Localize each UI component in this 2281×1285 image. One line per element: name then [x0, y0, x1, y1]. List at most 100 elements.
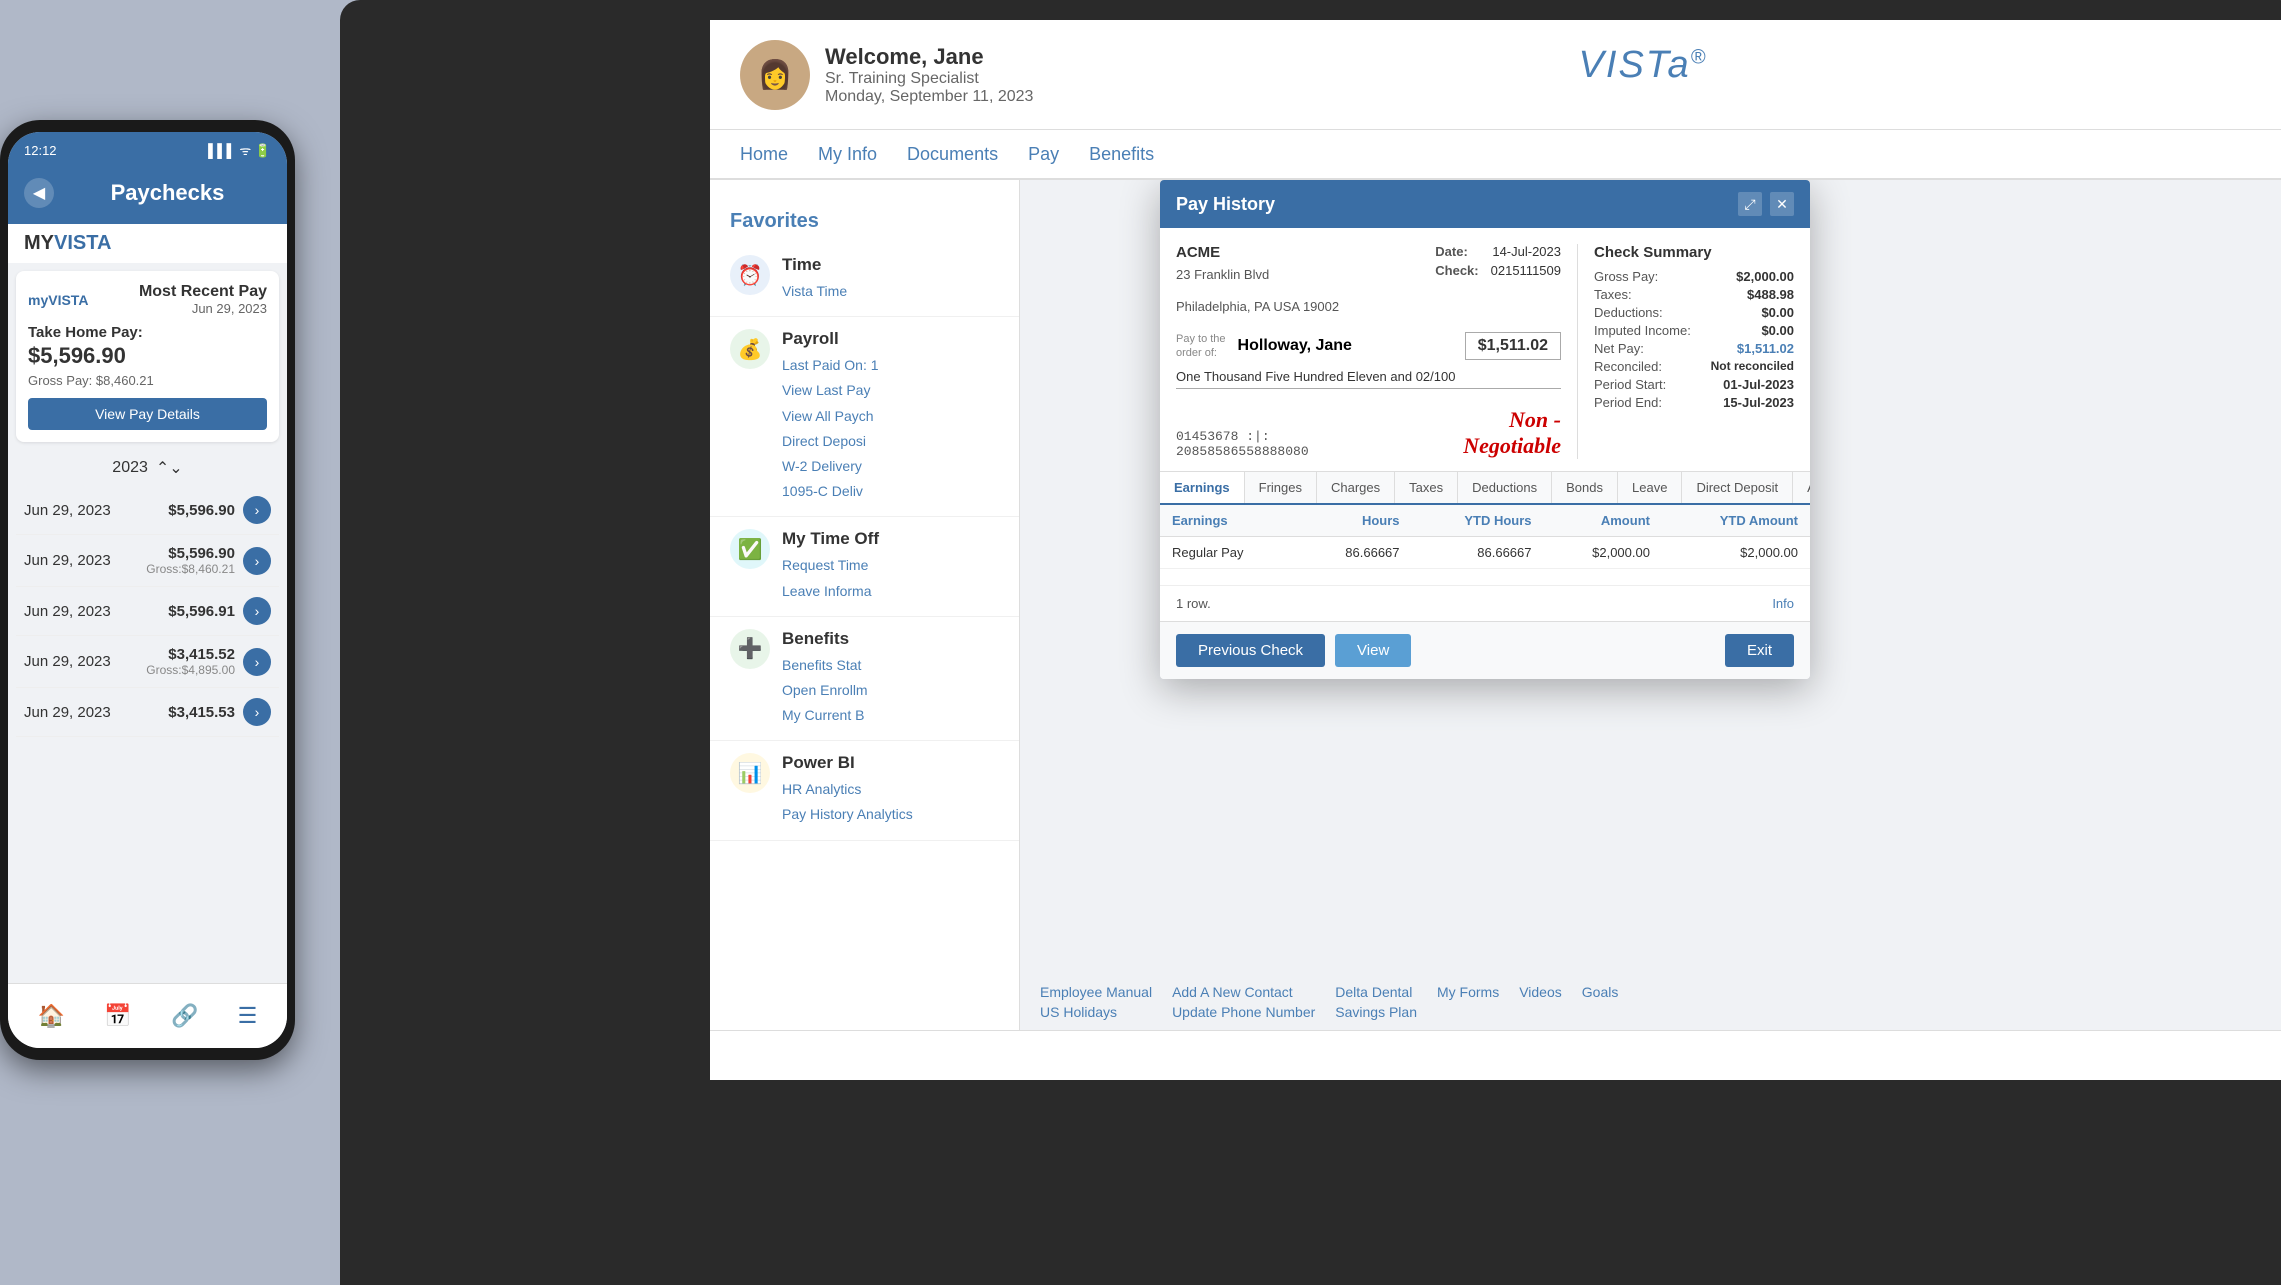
nav-benefits[interactable]: Benefits: [1089, 139, 1154, 170]
modal-restore-button[interactable]: ⤢: [1738, 192, 1762, 216]
sidebar-item-powerbi[interactable]: 📊 Power BI HR Analytics Pay History Anal…: [710, 741, 1019, 840]
hr-analytics-link[interactable]: HR Analytics: [782, 777, 913, 802]
check-row: Check: 0215111509: [1435, 263, 1561, 278]
phone-pay-date-3: Jun 29, 2023: [24, 603, 111, 620]
phone-pay-arrow-5[interactable]: ›: [243, 698, 271, 726]
timeoff-icon: ✅: [730, 529, 770, 569]
phone-pay-card: myVISTA Most Recent Pay Jun 29, 2023 Tak…: [16, 271, 279, 442]
phone-pay-arrow-3[interactable]: ›: [243, 597, 271, 625]
company-address-line2: Philadelphia, PA USA 19002: [1176, 297, 1339, 317]
benefits-statement-link[interactable]: Benefits Stat: [782, 653, 868, 678]
phone-year-selector[interactable]: 2023 ⌃⌄: [8, 450, 287, 486]
last-paid-link[interactable]: Last Paid On: 1: [782, 353, 879, 378]
videos-link[interactable]: Videos: [1519, 984, 1562, 1000]
tab-direct-deposit[interactable]: Direct Deposit: [1682, 472, 1793, 503]
pay-history-analytics-link[interactable]: Pay History Analytics: [782, 802, 913, 827]
modal-close-button[interactable]: ✕: [1770, 192, 1794, 216]
sidebar-timeoff-content: My Time Off Request Time Leave Informa: [782, 529, 879, 603]
phone-back-button[interactable]: ◀: [24, 178, 54, 208]
phone-pay-item[interactable]: Jun 29, 2023 $5,596.90 ›: [16, 486, 279, 535]
phone-pay-item[interactable]: Jun 29, 2023 $3,415.53 ›: [16, 688, 279, 737]
nav-home[interactable]: Home: [740, 139, 788, 170]
current-benefits-link[interactable]: My Current B: [782, 703, 868, 728]
net-pay-value: $1,511.02: [1737, 341, 1794, 356]
us-holidays-link[interactable]: US Holidays: [1040, 1004, 1152, 1020]
phone-menu-icon: ☰: [238, 1003, 258, 1029]
laptop-screen: 👩 Welcome, Jane Sr. Training Specialist …: [710, 20, 2281, 1080]
phone-pay-right-1: $5,596.90 ›: [168, 496, 271, 524]
tab-deductions[interactable]: Deductions: [1458, 472, 1552, 503]
sidebar-item-timeoff[interactable]: ✅ My Time Off Request Time Leave Informa: [710, 517, 1019, 616]
gross-pay-label: Gross Pay:: [1594, 269, 1658, 284]
w2-link[interactable]: W-2 Delivery: [782, 454, 879, 479]
phone-view-pay-details-button[interactable]: View Pay Details: [28, 398, 267, 430]
phone-card-logo: myVISTA: [28, 292, 88, 308]
view-last-pay-link[interactable]: View Last Pay: [782, 378, 879, 403]
exit-button[interactable]: Exit: [1725, 634, 1794, 667]
sidebar-item-payroll[interactable]: 💰 Payroll Last Paid On: 1 View Last Pay …: [710, 317, 1019, 517]
check-info: ACME 23 Franklin Blvd Philadelphia, PA U…: [1176, 244, 1561, 459]
main-content: Favorites ⏰ Time Vista Time 💰 Payroll: [710, 180, 2281, 1080]
phone-nav-calendar[interactable]: 📅: [104, 1003, 131, 1029]
tab-bonds[interactable]: Bonds: [1552, 472, 1618, 503]
view-all-paychecks-link[interactable]: View All Paych: [782, 404, 879, 429]
col-amount: Amount: [1544, 505, 1662, 537]
phone-screen: 12:12 ▌▌▌ ᯤ 🔋 ◀ Paychecks MYVISTA myVIST…: [8, 132, 287, 1048]
phone-pay-arrow-1[interactable]: ›: [243, 496, 271, 524]
my-forms-link[interactable]: My Forms: [1437, 984, 1499, 1000]
company-name: ACME: [1176, 244, 1339, 261]
phone-status-bar: 12:12 ▌▌▌ ᯤ 🔋: [8, 132, 287, 168]
phone-pay-item[interactable]: Jun 29, 2023 $5,596.91 ›: [16, 587, 279, 636]
sidebar-item-time[interactable]: ⏰ Time Vista Time: [710, 243, 1019, 317]
phone-nav-org[interactable]: 🔗: [171, 1003, 198, 1029]
tab-earnings[interactable]: Earnings: [1160, 472, 1245, 505]
taxes-row: Taxes: $488.98: [1594, 287, 1794, 302]
leave-info-link[interactable]: Leave Informa: [782, 579, 879, 604]
phone-signal: ▌▌▌ ᯤ 🔋: [208, 141, 271, 159]
sidebar-item-benefits[interactable]: ➕ Benefits Benefits Stat Open Enrollm My…: [710, 617, 1019, 742]
nav-pay[interactable]: Pay: [1028, 139, 1059, 170]
info-link[interactable]: Info: [1772, 596, 1794, 611]
modal-title: Pay History: [1176, 194, 1275, 215]
tab-taxes[interactable]: Taxes: [1395, 472, 1458, 503]
phone-nav-menu[interactable]: ☰: [238, 1003, 258, 1029]
tab-fringes[interactable]: Fringes: [1245, 472, 1317, 503]
goals-link[interactable]: Goals: [1582, 984, 1619, 1000]
col-hours: Hours: [1298, 505, 1411, 537]
date-info: Date: 14-Jul-2023 Check: 0215111509: [1435, 244, 1561, 282]
tab-adjustments[interactable]: Adjustments: [1793, 472, 1810, 503]
tab-charges[interactable]: Charges: [1317, 472, 1395, 503]
employee-manual-link[interactable]: Employee Manual: [1040, 984, 1152, 1000]
view-button[interactable]: View: [1335, 634, 1411, 667]
sidebar-payroll-title: Payroll: [782, 329, 879, 349]
direct-deposit-link[interactable]: Direct Deposi: [782, 429, 879, 454]
phone-pay-arrow-4[interactable]: ›: [243, 648, 271, 676]
update-phone-link[interactable]: Update Phone Number: [1172, 1004, 1315, 1020]
account-separator: |:: [1254, 429, 1270, 444]
phone-logo-my: MY: [24, 232, 54, 254]
vista-time-link[interactable]: Vista Time: [782, 279, 847, 304]
phone-pay-arrow-2[interactable]: ›: [243, 547, 271, 575]
user-name: Welcome, Jane: [825, 44, 1579, 70]
phone-pay-item[interactable]: Jun 29, 2023 $5,596.90 Gross:$8,460.21 ›: [16, 535, 279, 587]
phone-time: 12:12: [24, 143, 57, 158]
previous-check-button[interactable]: Previous Check: [1176, 634, 1325, 667]
modal-table-footer: 1 row. Info: [1160, 585, 1810, 621]
request-time-link[interactable]: Request Time: [782, 553, 879, 578]
deductions-value: $0.00: [1761, 305, 1794, 320]
savings-plan-link[interactable]: Savings Plan: [1335, 1004, 1417, 1020]
phone-home-icon: 🏠: [38, 1003, 65, 1029]
phone-most-recent-label: Most Recent Pay: [139, 283, 267, 301]
phone-nav-home[interactable]: 🏠: [38, 1003, 65, 1029]
tab-leave[interactable]: Leave: [1618, 472, 1682, 503]
user-title: Sr. Training Specialist: [825, 70, 1579, 88]
phone-pay-item[interactable]: Jun 29, 2023 $3,415.52 Gross:$4,895.00 ›: [16, 636, 279, 688]
1095c-link[interactable]: 1095-C Deliv: [782, 479, 879, 504]
add-contact-link[interactable]: Add A New Contact: [1172, 984, 1315, 1000]
delta-dental-link[interactable]: Delta Dental: [1335, 984, 1417, 1000]
open-enrollment-link[interactable]: Open Enrollm: [782, 678, 868, 703]
bottom-bar: Log Out ●PDS: [710, 1030, 2281, 1080]
nav-myinfo[interactable]: My Info: [818, 139, 877, 170]
sidebar-timeoff-links: Request Time Leave Informa: [782, 553, 879, 603]
nav-documents[interactable]: Documents: [907, 139, 998, 170]
